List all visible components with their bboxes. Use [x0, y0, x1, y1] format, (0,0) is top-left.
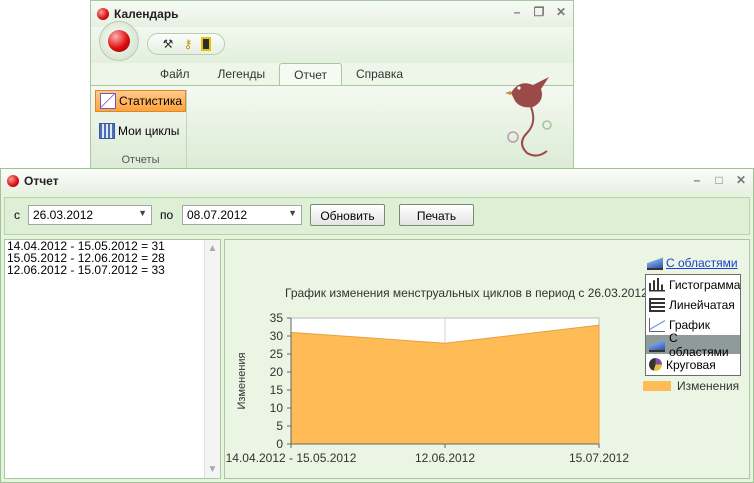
- tools-icon[interactable]: ⚒: [161, 37, 175, 51]
- minimize-icon[interactable]: –: [691, 173, 703, 187]
- menu-item-label: Линейчатая: [669, 297, 735, 312]
- restore-icon[interactable]: ❐: [533, 5, 545, 19]
- chevron-down-icon[interactable]: ▼: [288, 208, 297, 218]
- y-axis-label: Изменения: [236, 352, 248, 409]
- tab-report[interactable]: Отчет: [279, 63, 342, 85]
- ribbon-header: ⚒ ⚷: [91, 21, 573, 63]
- refresh-button[interactable]: Обновить: [310, 204, 385, 226]
- quick-access-toolbar: ⚒ ⚷: [147, 33, 225, 55]
- chart-type-link-label: С областями: [666, 256, 738, 270]
- menu-item-label: Гистограмма: [669, 277, 741, 292]
- statistics-chart-icon: [100, 93, 116, 109]
- to-date-picker[interactable]: 08.07.2012 ▼: [182, 205, 302, 225]
- legend-label: Изменения: [677, 379, 740, 393]
- report-title-bar: Отчет – □ ✕: [1, 169, 753, 193]
- calendar-grid-icon: [99, 123, 115, 139]
- chart-type-link[interactable]: С областями: [647, 256, 738, 270]
- key-icon[interactable]: ⚷: [181, 37, 195, 51]
- my-cycles-button-label: Мои циклы: [118, 124, 180, 138]
- to-label: по: [160, 208, 174, 222]
- area-chart-icon: [649, 337, 665, 352]
- menu-item-histogram[interactable]: Гистограмма: [646, 275, 740, 295]
- calendar-window-title: Календарь: [114, 7, 179, 21]
- menu-item-label: График: [669, 317, 710, 332]
- to-date-value: 08.07.2012: [187, 208, 248, 222]
- tab-help[interactable]: Справка: [342, 63, 417, 85]
- bird-decoration-icon: [505, 77, 552, 157]
- app-logo-icon: [7, 175, 19, 187]
- maximize-icon[interactable]: □: [713, 173, 725, 187]
- x-tick-label: 12.06.2012: [415, 451, 475, 465]
- exit-door-icon[interactable]: [201, 37, 211, 51]
- report-window-controls: – □ ✕: [691, 173, 747, 187]
- from-label: с: [14, 208, 20, 222]
- legend-swatch: [643, 381, 671, 391]
- chevron-down-icon[interactable]: ▼: [138, 208, 147, 218]
- menu-item-area[interactable]: С областями: [646, 331, 740, 359]
- close-icon[interactable]: ✕: [735, 173, 747, 187]
- report-window: Отчет – □ ✕ с 26.03.2012 ▼ по 08.07.2012…: [0, 168, 754, 483]
- my-cycles-button[interactable]: Мои циклы: [95, 120, 186, 142]
- statistics-button-label: Статистика: [119, 94, 183, 108]
- menu-item-label: С областями: [669, 330, 729, 359]
- line-graph-icon: [649, 317, 665, 332]
- y-tick-label: 30: [270, 329, 284, 343]
- chart-type-menu: Гистограмма Линейчатая График С областям…: [645, 274, 741, 376]
- histogram-icon: [649, 277, 665, 292]
- app-logo-icon: [97, 8, 109, 20]
- calendar-title-bar: Календарь – ❐ ✕: [91, 1, 573, 27]
- minimize-icon[interactable]: –: [511, 5, 523, 19]
- print-button[interactable]: Печать: [399, 204, 474, 226]
- close-icon[interactable]: ✕: [555, 5, 567, 19]
- y-tick-label: 5: [276, 419, 283, 433]
- menu-item-label: Круговая: [666, 357, 716, 372]
- chart-legend: Изменения: [643, 379, 739, 393]
- y-tick-label: 20: [270, 365, 284, 379]
- scroll-up-icon[interactable]: ▲: [207, 243, 218, 254]
- pie-chart-icon: [649, 358, 662, 371]
- y-tick-label: 10: [270, 401, 284, 415]
- area-chart-icon: [647, 256, 663, 270]
- list-item[interactable]: 12.06.2012 - 15.07.2012 = 33: [5, 264, 220, 276]
- app-orb-button[interactable]: [99, 21, 139, 61]
- calendar-window: Календарь – ❐ ✕ ⚒ ⚷ Файл Легенды Отчет С…: [90, 0, 574, 169]
- from-date-picker[interactable]: 26.03.2012 ▼: [28, 205, 152, 225]
- scroll-down-icon[interactable]: ▼: [207, 464, 218, 475]
- reports-group-label: Отчеты: [121, 154, 160, 166]
- chart-panel: 0 5 10 15 20 25 30 35 14.04.2012 - 15.05.2012 12.…: [224, 239, 750, 479]
- reports-group: Статистика Мои циклы Отчеты: [95, 90, 187, 168]
- report-toolbar: с 26.03.2012 ▼ по 08.07.2012 ▼ Обновить …: [4, 197, 750, 235]
- report-window-title: Отчет: [24, 174, 59, 188]
- x-tick-label: 14.04.2012 - 15.05.2012: [226, 451, 357, 465]
- y-tick-label: 35: [270, 311, 284, 325]
- y-tick-label: 15: [270, 383, 284, 397]
- statistics-button[interactable]: Статистика: [95, 90, 186, 112]
- list-scrollbar[interactable]: ▲ ▼: [204, 240, 220, 478]
- chart-title: График изменения менструальных циклов в …: [285, 286, 681, 300]
- menu-item-bar[interactable]: Линейчатая: [646, 295, 740, 315]
- area-series-izmeneniya: [290, 324, 600, 445]
- y-tick-label: 0: [276, 437, 283, 451]
- tab-file[interactable]: Файл: [146, 63, 204, 85]
- calendar-window-controls: – ❐ ✕: [511, 5, 567, 19]
- bar-chart-icon: [649, 297, 665, 312]
- from-date-value: 26.03.2012: [33, 208, 94, 222]
- y-tick-label: 25: [270, 347, 284, 361]
- tab-legends[interactable]: Легенды: [204, 63, 280, 85]
- x-tick-label: 15.07.2012: [569, 451, 629, 465]
- cycles-list[interactable]: 14.04.2012 - 15.05.2012 = 31 15.05.2012 …: [4, 239, 221, 479]
